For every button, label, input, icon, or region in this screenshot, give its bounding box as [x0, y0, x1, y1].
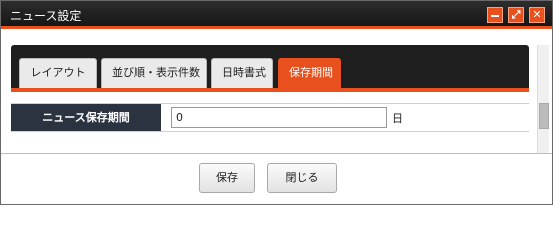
- footer-divider: [1, 153, 552, 154]
- close-button[interactable]: 閉じる: [267, 163, 337, 193]
- news-settings-dialog: ニュース設定 ⤢ ✕ レイアウト 並び順・表示件数 日時書式 保存期間 ニュース…: [0, 0, 553, 205]
- vertical-scrollbar[interactable]: [537, 45, 549, 153]
- retention-period-input[interactable]: [171, 107, 387, 128]
- tab-layout[interactable]: レイアウト: [19, 58, 97, 88]
- minimize-button[interactable]: [487, 7, 503, 23]
- title-bar[interactable]: ニュース設定 ⤢ ✕: [1, 1, 552, 29]
- tab-sort-order[interactable]: 並び順・表示件数: [101, 58, 207, 88]
- settings-content: レイアウト 並び順・表示件数 日時書式 保存期間 ニュース保存期間 日: [11, 45, 529, 149]
- maximize-button[interactable]: ⤢: [508, 7, 524, 23]
- save-button[interactable]: 保存: [199, 163, 255, 193]
- minimize-icon: [491, 15, 499, 17]
- tab-retention-period[interactable]: 保存期間: [278, 58, 341, 88]
- tab-underline: [11, 88, 529, 92]
- expand-icon: ⤢: [511, 8, 521, 21]
- scrollbar-thumb[interactable]: [539, 103, 549, 129]
- tab-date-format[interactable]: 日時書式: [211, 58, 273, 88]
- close-window-button[interactable]: ✕: [529, 7, 545, 23]
- window-title: ニュース設定: [10, 9, 82, 23]
- close-icon: ✕: [532, 8, 542, 21]
- retention-period-label: ニュース保存期間: [11, 104, 161, 131]
- tab-bar: レイアウト 並び順・表示件数 日時書式 保存期間: [11, 45, 529, 88]
- retention-period-unit: 日: [392, 112, 403, 125]
- retention-period-row: ニュース保存期間 日: [11, 103, 529, 132]
